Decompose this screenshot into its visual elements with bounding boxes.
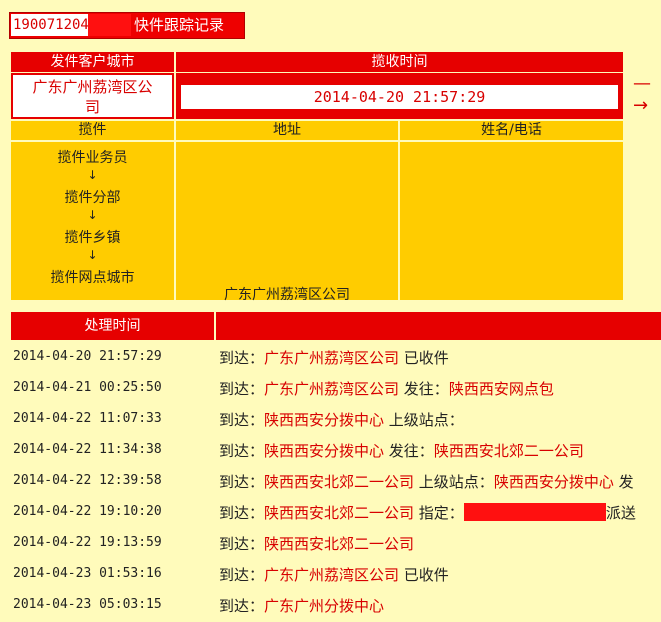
record-text: 发 [613,473,634,491]
record-description: 到达：陕西西安分拨中心 上级站点： [219,409,464,430]
pickup-step-outlet-city: 揽件网点城市 [50,270,135,286]
record-time: 2014-04-22 19:13:59 [13,535,162,550]
record-location: 广东广州荔湾区公司 [264,349,400,367]
redaction-mask [88,14,131,36]
right-arrow-icon: —→ [633,73,651,116]
down-arrow-icon: ↓ [87,208,98,222]
address-column-header: 地址 [176,121,398,140]
record-description: 到达：陕西西安分拨中心 发往：陕西西安北郊二一公司 [219,440,584,461]
record-text: 到达： [219,349,265,367]
record-text: 到达： [219,504,265,522]
record-location: 广东广州荔湾区公司 [264,566,400,584]
record-location: 陕西西安网点包 [448,380,554,398]
record-description: 到达：广东广州荔湾区公司 发往：陕西西安网点包 [219,378,554,399]
record-location: 陕西西安北郊二一公司 [264,473,415,491]
record-text: 上级站点： [414,473,494,491]
record-text: 到达： [219,535,265,553]
record-text: 已收件 [399,566,449,584]
down-arrow-icon: ↓ [87,168,98,182]
record-description: 到达：陕西西安北郊二一公司 [219,533,414,554]
record-location: 陕西西安分拨中心 [264,442,385,460]
process-time-header: 处理时间 [11,312,214,340]
record-description: 到达：陕西西安北郊二一公司 上级站点：陕西西安分拨中心 发 [219,471,634,492]
record-description: 到达：陕西西安北郊二一公司 指定： 派送 [219,502,636,523]
record-time: 2014-04-22 19:10:20 [13,504,162,519]
record-text: 到达： [219,566,265,584]
record-location: 陕西西安分拨中心 [264,411,385,429]
pickup-time-header: 揽收时间 [176,52,623,72]
record-text: 到达： [219,597,265,615]
record-location: 陕西西安北郊二一公司 [264,535,415,553]
redaction-mask [463,503,606,521]
origin-city-value: 广东广州荔湾区公 司 [11,73,174,119]
record-location: 陕西西安北郊二一公司 [433,442,584,460]
record-time: 2014-04-22 11:07:33 [13,411,162,426]
pickup-step-branch: 揽件分部 [64,190,121,206]
record-text: 到达： [219,380,265,398]
record-time: 2014-04-21 00:25:50 [13,380,162,395]
record-text: 到达： [219,411,265,429]
address-cell [176,142,398,300]
record-text: 上级站点： [384,411,464,429]
record-description: 到达：广东广州荔湾区公司 已收件 [219,564,449,585]
pickup-time-value: 2014-04-20 21:57:29 [181,85,618,109]
record-time: 2014-04-22 12:39:58 [13,473,162,488]
origin-city-header: 发件客户城市 [11,52,174,72]
record-text: 发往： [384,442,434,460]
record-text: 发往： [399,380,449,398]
record-text: 指定： [414,504,464,522]
record-location: 陕西西安分拨中心 [493,473,614,491]
record-time: 2014-04-20 21:57:29 [13,349,162,364]
record-location: 陕西西安北郊二一公司 [264,504,415,522]
process-detail-header [216,312,661,340]
record-location: 广东广州分拨中心 [264,597,385,615]
record-text: 派送 [605,504,636,522]
record-location: 广东广州荔湾区公司 [264,380,400,398]
page-title: 快件跟踪记录 [134,16,225,34]
record-description: 到达：广东广州荔湾区公司 已收件 [219,347,449,368]
record-text: 到达： [219,473,265,491]
origin-city-line2: 司 [84,98,100,116]
record-time: 2014-04-22 11:34:38 [13,442,162,457]
record-text: 到达： [219,442,265,460]
name-phone-column-header: 姓名/电话 [400,121,623,140]
pickup-address-value: 广东广州荔湾区公司 [224,287,350,303]
record-text: 已收件 [399,349,449,367]
pickup-column-header: 揽件 [11,121,174,140]
pickup-step-town: 揽件乡镇 [64,230,121,246]
pickup-step-agent: 揽件业务员 [57,150,128,166]
name-phone-cell [400,142,623,300]
record-description: 到达：广东广州分拨中心 [219,595,384,616]
origin-city-line1: 广东广州荔湾区公 [32,78,153,96]
record-time: 2014-04-23 05:03:15 [13,597,162,612]
down-arrow-icon: ↓ [87,248,98,262]
record-time: 2014-04-23 01:53:16 [13,566,162,581]
